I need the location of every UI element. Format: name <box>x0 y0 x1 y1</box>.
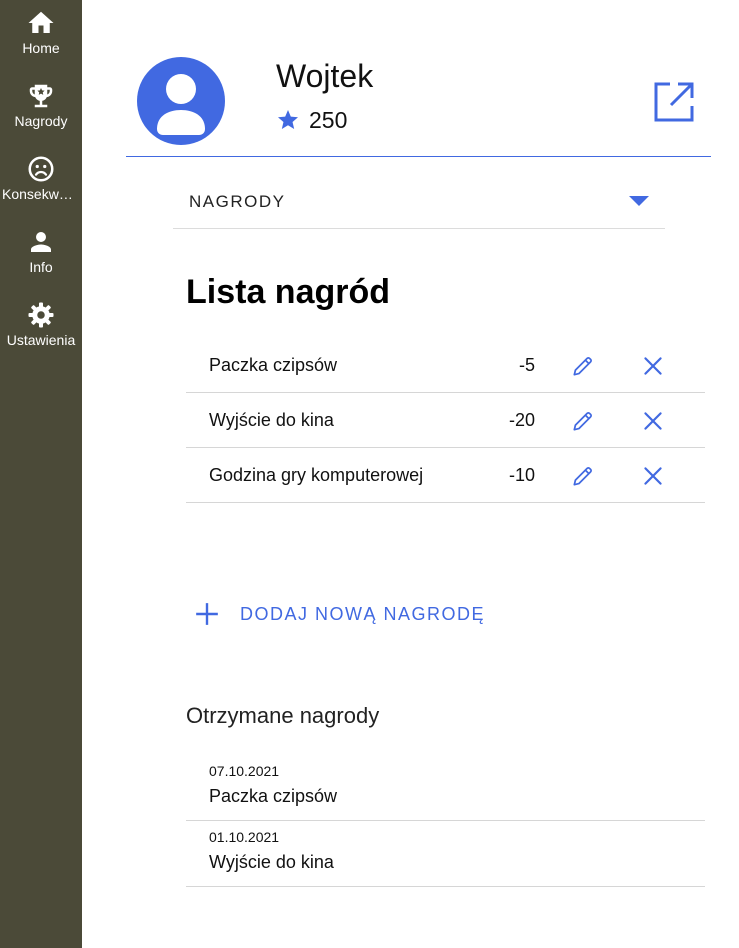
gear-icon <box>28 302 54 328</box>
pencil-icon <box>573 357 592 376</box>
edit-reward-button[interactable] <box>570 408 596 434</box>
received-rewards-title: Otrzymane nagrody <box>186 703 380 728</box>
sidebar-item-ustawienia[interactable]: Ustawienia <box>0 300 82 360</box>
user-name: Wojtek <box>276 58 374 94</box>
sidebar-item-nagrody[interactable]: Nagrody <box>0 81 82 141</box>
rewards-list-title: Lista nagród <box>186 273 391 311</box>
account-icon <box>157 74 205 135</box>
open-external-button[interactable] <box>650 78 698 126</box>
received-reward-row: 07.10.2021 Paczka czipsów <box>186 755 705 821</box>
avatar <box>137 57 225 145</box>
reward-row: Wyjście do kina -20 <box>186 393 705 448</box>
trophy-icon <box>29 84 53 108</box>
received-reward-row: 01.10.2021 Wyjście do kina <box>186 821 705 887</box>
reward-name: Wyjście do kina <box>209 410 334 430</box>
received-reward-name: Paczka czipsów <box>209 786 338 806</box>
reward-cost: -5 <box>518 355 535 375</box>
person-icon <box>31 232 51 252</box>
sidebar-item-home[interactable]: Home <box>0 8 82 68</box>
reward-cost: -20 <box>508 410 535 430</box>
sidebar-item-konsekwencje[interactable]: Konsekwencje <box>0 154 82 214</box>
sidebar-item-label: Home <box>22 40 60 56</box>
delete-reward-button[interactable] <box>640 408 666 434</box>
sidebar-item-label: Konsekwencje <box>2 186 82 202</box>
edit-reward-button[interactable] <box>570 463 596 489</box>
delete-reward-button[interactable] <box>640 463 666 489</box>
open-in-new-icon <box>654 82 694 122</box>
received-date: 01.10.2021 <box>209 829 280 845</box>
points-display: 250 <box>276 106 347 134</box>
sidebar-item-label: Info <box>29 259 53 275</box>
edit-reward-button[interactable] <box>570 353 596 379</box>
header-divider <box>126 156 711 157</box>
pencil-icon <box>573 412 592 431</box>
dropdown-selected-value: NAGRODY <box>189 192 286 211</box>
section-dropdown[interactable]: NAGRODY <box>173 180 665 229</box>
delete-reward-button[interactable] <box>640 353 666 379</box>
sidebar-item-info[interactable]: Info <box>0 227 82 287</box>
sidebar-item-label: Ustawienia <box>6 332 76 348</box>
received-reward-name: Wyjście do kina <box>209 852 334 872</box>
sad-face-icon <box>28 156 54 182</box>
star-icon <box>278 110 298 129</box>
reward-name: Godzina gry komputerowej <box>209 465 424 485</box>
reward-cost: -10 <box>508 465 535 485</box>
received-date: 07.10.2021 <box>209 763 280 779</box>
sidebar-item-label: Nagrody <box>14 113 68 129</box>
close-icon <box>644 357 662 375</box>
close-icon <box>644 412 662 430</box>
caret-down-icon <box>629 196 649 206</box>
sidebar: Home Nagrody Konsekwencje Info <box>0 0 82 948</box>
add-reward-button[interactable]: DODAJ NOWĄ NAGRODĘ <box>194 598 485 630</box>
reward-row: Paczka czipsów -5 <box>186 338 705 393</box>
plus-icon <box>196 603 218 625</box>
points-value: 250 <box>309 106 348 133</box>
reward-row: Godzina gry komputerowej -10 <box>186 448 705 503</box>
pencil-icon <box>573 467 592 486</box>
reward-name: Paczka czipsów <box>209 355 338 375</box>
home-icon <box>28 11 54 33</box>
add-reward-label: DODAJ NOWĄ NAGRODĘ <box>240 603 486 624</box>
close-icon <box>644 467 662 485</box>
